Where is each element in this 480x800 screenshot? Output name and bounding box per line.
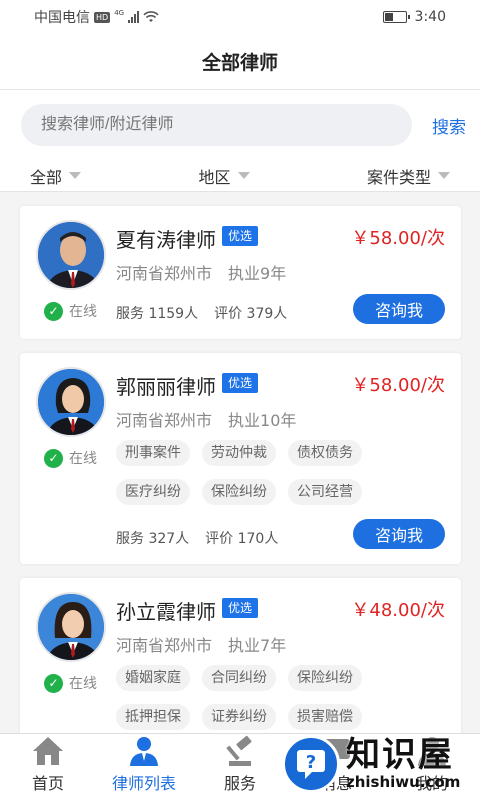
- watermark-title: 知识屋: [346, 735, 454, 775]
- consult-price: ￥58.00/次: [351, 228, 445, 249]
- lawyer-avatar: [36, 592, 106, 662]
- specialty-tag: 证券纠纷: [202, 704, 276, 730]
- tab-label: 服务: [223, 774, 256, 793]
- search-button[interactable]: 搜索: [432, 113, 466, 138]
- watermark-subtitle: zhishiwu.com: [346, 773, 461, 791]
- network-label: 4G: [114, 9, 125, 17]
- lawyer-name: 郭丽丽律师: [116, 375, 216, 399]
- specialty-tag: 保险纠纷: [202, 479, 276, 505]
- service-count: 服务 327人: [116, 531, 190, 547]
- battery-icon: [382, 11, 410, 23]
- filter-all[interactable]: 全部: [30, 164, 82, 188]
- svg-text:?: ?: [306, 752, 316, 773]
- rating-count: 评价 379人: [214, 306, 288, 322]
- specialty-tags: 刑事案件 劳动仲裁 债权债务 医疗纠纷 保险纠纷 公司经营: [116, 440, 386, 505]
- lawyer-info: 河南省郑州市 执业10年: [116, 407, 296, 431]
- lawyer-location: 河南省郑州市: [116, 264, 213, 283]
- lawyer-stats: 服务 1159人 评价 379人: [116, 303, 287, 323]
- lawyer-card[interactable]: ✓ 在线 夏有涛律师 优选 ￥58.00/次 河南省郑州市 执业9年 服务 115…: [20, 206, 461, 339]
- filter-label: 全部: [30, 167, 63, 187]
- specialty-tag: 债权债务: [288, 440, 362, 466]
- specialty-tag: 婚姻家庭: [116, 665, 190, 691]
- lawyer-stats: 服务 327人 评价 170人: [116, 528, 278, 548]
- page-title: 全部律师: [201, 52, 278, 74]
- lawyer-experience: 执业7年: [228, 636, 287, 655]
- lawyer-experience: 执业10年: [228, 411, 297, 430]
- filter-case-type[interactable]: 案件类型: [367, 164, 450, 188]
- specialty-tag: 公司经营: [288, 479, 362, 505]
- check-icon: ✓: [44, 673, 63, 693]
- carrier-label: 中国电信: [34, 10, 90, 26]
- page-title-bar: 全部律师: [0, 34, 480, 90]
- online-status: ✓ 在线: [44, 673, 97, 693]
- lawyer-icon: [126, 734, 162, 768]
- specialty-tag: 抵押担保: [116, 704, 190, 730]
- consult-button[interactable]: 咨询我: [353, 519, 445, 549]
- lawyer-location: 河南省郑州市: [116, 636, 213, 655]
- online-label: 在线: [69, 304, 97, 320]
- clock: 3:40: [414, 9, 446, 25]
- tab-home[interactable]: 首页: [0, 734, 96, 800]
- online-label: 在线: [69, 451, 97, 467]
- specialty-tag: 损害赔偿: [288, 704, 362, 730]
- signal-icon: [128, 11, 140, 23]
- specialty-tag: 保险纠纷: [288, 665, 362, 691]
- preferred-badge: 优选: [222, 373, 259, 393]
- preferred-badge: 优选: [222, 226, 259, 246]
- consult-button[interactable]: 咨询我: [353, 294, 445, 324]
- filter-region[interactable]: 地区: [198, 164, 250, 188]
- filter-bar: 全部 地区 案件类型: [0, 160, 480, 192]
- consult-price: ￥48.00/次: [351, 600, 445, 621]
- lawyer-avatar: [36, 367, 106, 437]
- preferred-badge: 优选: [222, 598, 259, 618]
- dropdown-arrow-icon: [69, 172, 82, 179]
- lawyer-name: 孙立霞律师: [116, 600, 216, 624]
- wifi-icon: [143, 11, 159, 22]
- hd-icon: HD: [94, 11, 111, 23]
- tab-lawyer-list[interactable]: 律师列表: [96, 734, 192, 800]
- lawyer-location: 河南省郑州市: [116, 411, 213, 430]
- specialty-tag: 医疗纠纷: [116, 479, 190, 505]
- watermark: ? 知识屋 zhishiwu.com: [282, 728, 480, 800]
- lawyer-info: 河南省郑州市 执业9年: [116, 260, 286, 284]
- status-bar: 中国电信 HD 4G 3:40: [0, 0, 480, 34]
- tab-label: 首页: [31, 774, 64, 793]
- filter-label: 地区: [198, 167, 231, 187]
- gavel-icon: [222, 734, 258, 768]
- lawyer-name: 夏有涛律师: [116, 228, 216, 252]
- tab-services[interactable]: 服务: [192, 734, 288, 800]
- dropdown-arrow-icon: [237, 172, 250, 179]
- online-status: ✓ 在线: [44, 448, 97, 468]
- lawyer-info: 河南省郑州市 执业7年: [116, 632, 286, 656]
- watermark-logo-icon: ?: [282, 735, 340, 793]
- specialty-tag: 刑事案件: [116, 440, 190, 466]
- search-input[interactable]: [21, 104, 412, 146]
- check-icon: ✓: [44, 448, 63, 468]
- service-count: 服务 1159人: [116, 306, 199, 322]
- online-label: 在线: [69, 676, 97, 692]
- specialty-tags: 婚姻家庭 合同纠纷 保险纠纷 抵押担保 证券纠纷 损害赔偿: [116, 665, 386, 730]
- lawyer-avatar: [36, 220, 106, 290]
- home-icon: [30, 734, 66, 768]
- online-status: ✓ 在线: [44, 301, 97, 321]
- filter-label: 案件类型: [366, 167, 431, 187]
- consult-price: ￥58.00/次: [351, 375, 445, 396]
- search-row: 搜索: [0, 90, 480, 160]
- rating-count: 评价 170人: [205, 531, 279, 547]
- specialty-tag: 合同纠纷: [202, 665, 276, 691]
- tab-label: 律师列表: [111, 774, 176, 793]
- lawyer-card[interactable]: ✓ 在线 郭丽丽律师 优选 ￥58.00/次 河南省郑州市 执业10年 刑事案件 …: [20, 353, 461, 564]
- dropdown-arrow-icon: [437, 172, 450, 179]
- check-icon: ✓: [44, 301, 63, 321]
- specialty-tag: 劳动仲裁: [202, 440, 276, 466]
- lawyer-experience: 执业9年: [228, 264, 287, 283]
